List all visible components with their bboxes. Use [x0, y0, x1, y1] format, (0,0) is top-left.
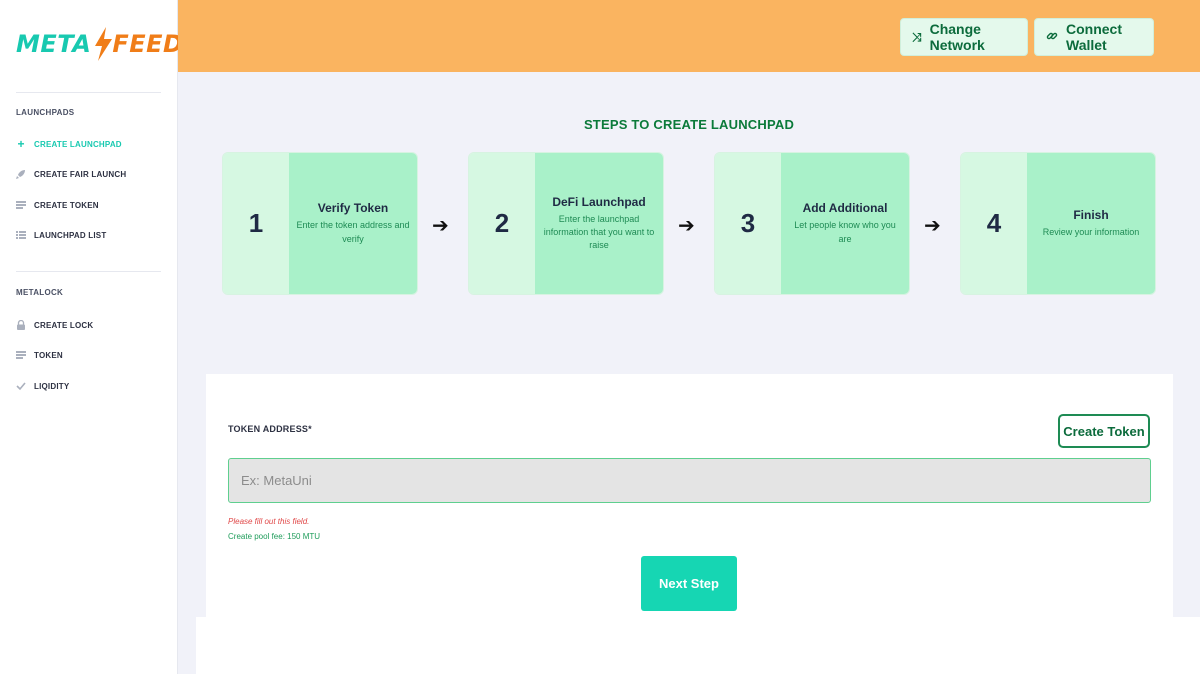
- step-number: 3: [715, 153, 781, 294]
- next-step-button[interactable]: Next Step: [641, 556, 737, 611]
- step-card-3: 3 Add Additional Let people know who you…: [714, 152, 910, 295]
- logo-feed-text: FEED: [112, 30, 184, 58]
- main-content: STEPS TO CREATE LAUNCHPAD 1 Verify Token…: [178, 72, 1200, 674]
- step-body: Add Additional Let people know who you a…: [781, 153, 909, 294]
- check-icon: [16, 381, 26, 391]
- plus-icon: +: [17, 137, 25, 151]
- arrow-right-icon: ➔: [432, 215, 449, 237]
- arrow-right-icon: ➔: [924, 215, 941, 237]
- lightning-bolt-icon: [95, 27, 113, 61]
- sidebar: META FEED LAUNCHPADS + CREATE LAUNCHPAD …: [0, 0, 183, 674]
- step-body: Verify Token Enter the token address and…: [289, 153, 417, 294]
- step-number: 2: [469, 153, 535, 294]
- step-body: DeFi Launchpad Enter the launchpad infor…: [535, 153, 663, 294]
- step-number: 1: [223, 153, 289, 294]
- step-title: Add Additional: [802, 201, 888, 216]
- section-title-metalock: METALOCK: [16, 288, 64, 297]
- list-icon: [16, 230, 26, 240]
- validation-error: Please fill out this field.: [228, 517, 310, 526]
- pool-fee-text: Create pool fee: 150 MTU: [228, 532, 321, 541]
- sidebar-item-label: LIQIDITY: [34, 381, 70, 391]
- rocket-icon: [16, 169, 26, 179]
- sidebar-item-label: TOKEN: [34, 350, 63, 360]
- step-card-2: 2 DeFi Launchpad Enter the launchpad inf…: [468, 152, 664, 295]
- sidebar-item-label: CREATE LAUNCHPAD: [34, 139, 122, 149]
- sidebar-item-launchpad-list[interactable]: LAUNCHPAD LIST: [16, 228, 106, 242]
- step-body: Finish Review your information: [1027, 153, 1155, 294]
- sidebar-item-label: LAUNCHPAD LIST: [34, 230, 107, 240]
- sidebar-item-token[interactable]: TOKEN: [16, 348, 63, 362]
- layers-icon: [16, 200, 26, 210]
- arrow-right-icon: ➔: [678, 215, 695, 237]
- step-title: Verify Token: [317, 201, 389, 216]
- sidebar-divider: [16, 92, 161, 93]
- shuffle-icon: ⤨: [912, 29, 922, 44]
- connect-wallet-label: Connect Wallet: [1066, 21, 1122, 53]
- sidebar-item-liqidity[interactable]: LIQIDITY: [16, 379, 69, 393]
- sidebar-item-label: CREATE LOCK: [34, 320, 94, 330]
- sidebar-item-label: CREATE FAIR LAUNCH: [34, 169, 127, 179]
- connect-wallet-button[interactable]: Connect Wallet: [1034, 18, 1154, 56]
- token-address-input[interactable]: [228, 458, 1151, 503]
- logo-meta-text: META: [16, 30, 92, 58]
- step-description: Enter the token address and verify: [296, 220, 410, 244]
- steps-title: STEPS TO CREATE LAUNCHPAD: [583, 117, 795, 132]
- token-address-label: TOKEN ADDRESS*: [228, 424, 312, 434]
- token-form-card: TOKEN ADDRESS* Create Token Please fill …: [206, 374, 1173, 619]
- section-title-launchpads: LAUNCHPADS: [16, 108, 75, 117]
- step-description: Review your information: [1042, 226, 1140, 237]
- metafeed-logo[interactable]: META FEED: [16, 22, 183, 66]
- sidebar-item-create-launchpad[interactable]: + CREATE LAUNCHPAD: [16, 137, 122, 151]
- step-description: Let people know who you are: [794, 220, 896, 244]
- bottom-panel: [196, 617, 1200, 674]
- change-network-button[interactable]: ⤨ Change Network: [900, 18, 1028, 56]
- step-card-1: 1 Verify Token Enter the token address a…: [222, 152, 418, 295]
- link-icon: [1046, 30, 1058, 45]
- lock-icon: [16, 320, 26, 330]
- step-description: Enter the launchpad information that you…: [543, 213, 655, 251]
- step-card-4: 4 Finish Review your information: [960, 152, 1156, 295]
- layers-icon: [16, 350, 26, 360]
- sidebar-item-create-lock[interactable]: CREATE LOCK: [16, 318, 93, 332]
- sidebar-item-create-fair-launch[interactable]: CREATE FAIR LAUNCH: [16, 167, 126, 181]
- step-title: Finish: [1073, 207, 1109, 222]
- sidebar-item-label: CREATE TOKEN: [34, 200, 99, 210]
- step-title: DeFi Launchpad: [552, 194, 646, 209]
- change-network-label: Change Network: [929, 21, 985, 53]
- sidebar-divider: [16, 271, 161, 272]
- top-header: ⤨ Change Network Connect Wallet: [178, 0, 1200, 72]
- step-number: 4: [961, 153, 1027, 294]
- sidebar-item-create-token[interactable]: CREATE TOKEN: [16, 198, 99, 212]
- create-token-button[interactable]: Create Token: [1058, 414, 1150, 448]
